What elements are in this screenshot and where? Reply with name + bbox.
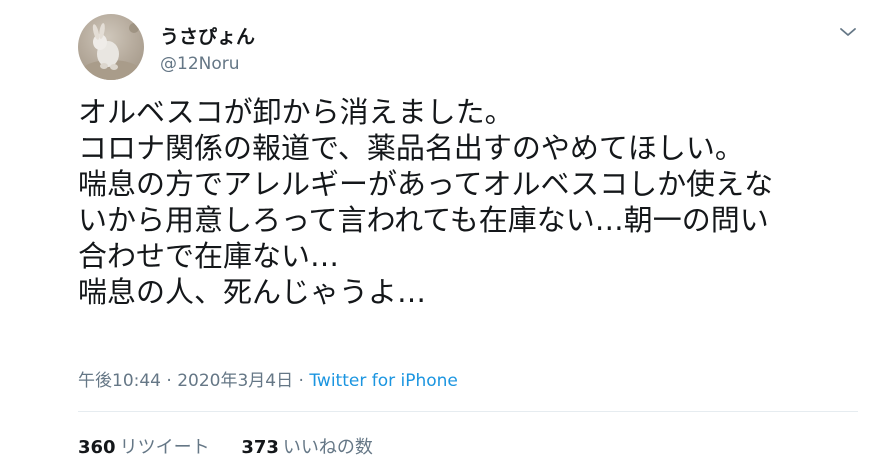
tweet-line: 喘息の方でアレルギーがあってオルベスコしか使えな: [78, 167, 774, 201]
likes-stat[interactable]: 373 いいねの数: [241, 433, 373, 459]
tweet-line: コロナ関係の報道で、薬品名出すのやめてほしい。: [78, 131, 744, 165]
tweet-line: いから用意しろって言われても在庫ない…朝一の問い: [78, 203, 769, 237]
chevron-down-icon[interactable]: [836, 22, 860, 42]
user-handle[interactable]: @12Noru: [160, 54, 240, 74]
retweets-stat[interactable]: 360 リツイート: [78, 433, 210, 459]
tweet-metadata: 午後10:44 · 2020年3月4日 · Twitter for iPhone: [78, 366, 458, 391]
avatar[interactable]: [78, 14, 144, 80]
tweet-line: 合わせで在庫ない…: [78, 239, 340, 273]
tweet-text: オルベスコが卸から消えました。 コロナ関係の報道で、薬品名出すのやめてほしい。 …: [78, 94, 858, 310]
tweet-line: 喘息の人、死んじゃうよ…: [78, 275, 427, 309]
tweet-line: オルベスコが卸から消えました。: [78, 95, 514, 129]
display-name[interactable]: うさぴょん: [160, 22, 255, 49]
meta-separator: ·: [161, 371, 178, 391]
meta-separator: ·: [293, 371, 310, 391]
tweet-date[interactable]: 2020年3月4日: [177, 371, 293, 391]
divider: [78, 411, 858, 412]
tweet-time[interactable]: 午後10:44: [78, 371, 161, 391]
retweets-label: リツイート: [119, 437, 210, 458]
tweet-card: うさぴょん @12Noru オルベスコが卸から消えました。 コロナ関係の報道で、…: [0, 0, 870, 466]
tweet-stats: 360 リツイート 373 いいねの数: [78, 433, 399, 459]
retweets-count: 360: [78, 437, 116, 458]
rabbit-avatar-icon: [81, 23, 141, 80]
likes-label: いいねの数: [282, 437, 373, 458]
likes-count: 373: [241, 437, 279, 458]
tweet-source-link[interactable]: Twitter for iPhone: [309, 371, 458, 391]
